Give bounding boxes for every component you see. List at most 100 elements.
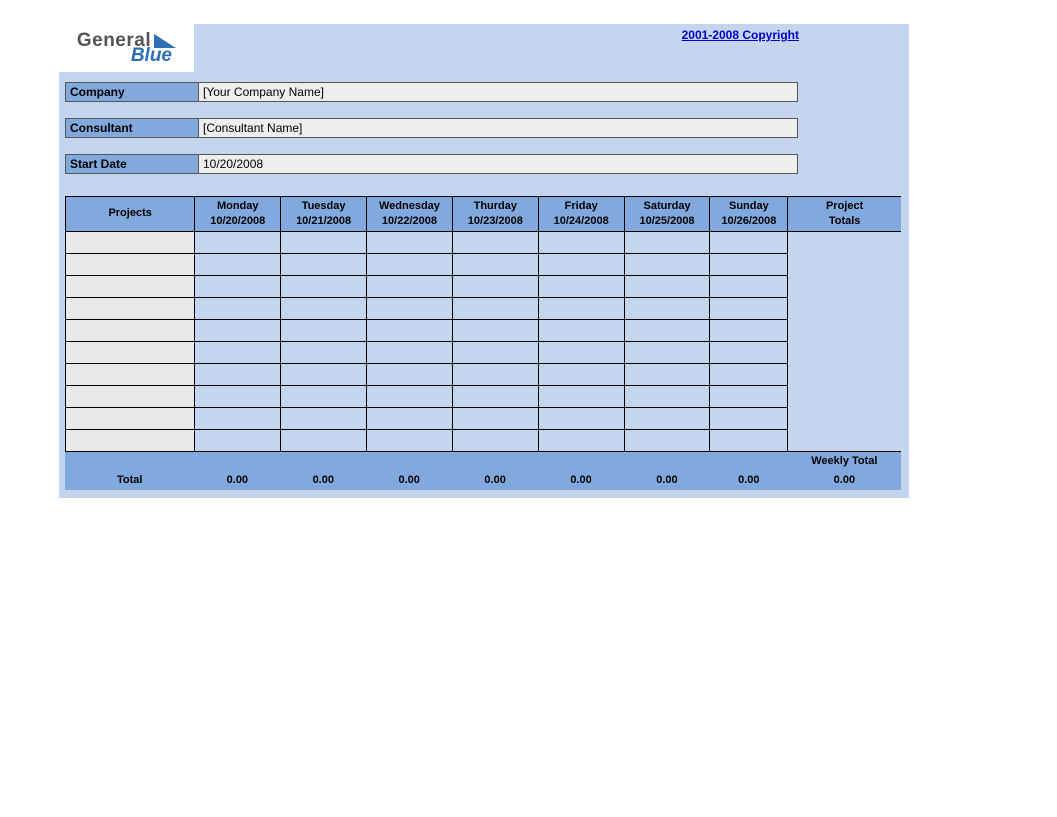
project-name-cell[interactable] <box>66 429 195 451</box>
project-name-cell[interactable] <box>66 341 195 363</box>
hours-cell[interactable] <box>195 319 281 341</box>
project-name-cell[interactable] <box>66 319 195 341</box>
hours-cell[interactable] <box>624 341 710 363</box>
copyright-link[interactable]: 2001-2008 Copyright <box>682 28 799 42</box>
hours-cell[interactable] <box>195 407 281 429</box>
hours-cell[interactable] <box>367 231 453 253</box>
project-total-cell <box>788 363 901 385</box>
logo-text-blue: Blue <box>131 46 172 65</box>
hours-cell[interactable] <box>195 385 281 407</box>
total-sat: 0.00 <box>624 471 710 490</box>
hours-cell[interactable] <box>281 319 367 341</box>
hours-cell[interactable] <box>452 297 538 319</box>
hours-cell[interactable] <box>452 275 538 297</box>
hours-cell[interactable] <box>538 319 624 341</box>
table-row <box>66 275 902 297</box>
hours-cell[interactable] <box>538 341 624 363</box>
hours-cell[interactable] <box>281 275 367 297</box>
hours-cell[interactable] <box>538 407 624 429</box>
hours-cell[interactable] <box>710 429 788 451</box>
hours-cell[interactable] <box>538 275 624 297</box>
hours-cell[interactable] <box>624 385 710 407</box>
hours-cell[interactable] <box>624 275 710 297</box>
hours-cell[interactable] <box>452 363 538 385</box>
hours-cell[interactable] <box>538 385 624 407</box>
hours-cell[interactable] <box>452 253 538 275</box>
hours-cell[interactable] <box>452 407 538 429</box>
hours-cell[interactable] <box>195 275 281 297</box>
hours-cell[interactable] <box>367 275 453 297</box>
hours-cell[interactable] <box>452 385 538 407</box>
table-row <box>66 385 902 407</box>
hours-cell[interactable] <box>452 341 538 363</box>
hours-cell[interactable] <box>195 429 281 451</box>
hours-cell[interactable] <box>367 253 453 275</box>
hours-cell[interactable] <box>624 297 710 319</box>
hours-cell[interactable] <box>452 319 538 341</box>
hours-cell[interactable] <box>195 297 281 319</box>
hours-cell[interactable] <box>538 297 624 319</box>
company-value[interactable]: [Your Company Name] <box>199 82 798 102</box>
hours-cell[interactable] <box>367 341 453 363</box>
project-totals-header: ProjectTotals <box>788 197 901 232</box>
hours-cell[interactable] <box>710 297 788 319</box>
hours-cell[interactable] <box>710 363 788 385</box>
hours-cell[interactable] <box>538 231 624 253</box>
hours-cell[interactable] <box>195 341 281 363</box>
hours-cell[interactable] <box>710 319 788 341</box>
hours-cell[interactable] <box>710 385 788 407</box>
hours-cell[interactable] <box>624 253 710 275</box>
hours-cell[interactable] <box>367 363 453 385</box>
hours-cell[interactable] <box>624 407 710 429</box>
hours-cell[interactable] <box>281 341 367 363</box>
hours-cell[interactable] <box>710 341 788 363</box>
hours-cell[interactable] <box>281 363 367 385</box>
hours-cell[interactable] <box>710 275 788 297</box>
hours-cell[interactable] <box>281 407 367 429</box>
total-wed: 0.00 <box>366 471 452 490</box>
project-name-cell[interactable] <box>66 363 195 385</box>
day-header-sat: Saturday10/25/2008 <box>624 197 710 232</box>
hours-cell[interactable] <box>367 297 453 319</box>
project-name-cell[interactable] <box>66 297 195 319</box>
consultant-value[interactable]: [Consultant Name] <box>199 118 798 138</box>
weekly-total-value: 0.00 <box>788 471 901 490</box>
hours-cell[interactable] <box>195 231 281 253</box>
project-name-cell[interactable] <box>66 275 195 297</box>
hours-cell[interactable] <box>367 429 453 451</box>
hours-cell[interactable] <box>452 231 538 253</box>
hours-cell[interactable] <box>281 231 367 253</box>
table-row <box>66 319 902 341</box>
hours-cell[interactable] <box>367 319 453 341</box>
weekly-total-label: Weekly Total <box>788 452 901 471</box>
hours-cell[interactable] <box>281 385 367 407</box>
hours-cell[interactable] <box>367 385 453 407</box>
hours-cell[interactable] <box>281 429 367 451</box>
project-name-cell[interactable] <box>66 253 195 275</box>
hours-cell[interactable] <box>624 429 710 451</box>
hours-cell[interactable] <box>624 319 710 341</box>
project-name-cell[interactable] <box>66 407 195 429</box>
project-name-cell[interactable] <box>66 231 195 253</box>
hours-cell[interactable] <box>452 429 538 451</box>
total-sun: 0.00 <box>710 471 788 490</box>
startdate-value[interactable]: 10/20/2008 <box>199 154 798 174</box>
project-name-cell[interactable] <box>66 385 195 407</box>
day-header-fri: Friday10/24/2008 <box>538 197 624 232</box>
hours-cell[interactable] <box>281 297 367 319</box>
hours-cell[interactable] <box>538 253 624 275</box>
hours-cell[interactable] <box>710 231 788 253</box>
company-label: Company <box>65 82 199 102</box>
total-tue: 0.00 <box>280 471 366 490</box>
hours-cell[interactable] <box>281 253 367 275</box>
hours-cell[interactable] <box>710 253 788 275</box>
hours-cell[interactable] <box>538 429 624 451</box>
hours-cell[interactable] <box>624 231 710 253</box>
startdate-label: Start Date <box>65 154 199 174</box>
hours-cell[interactable] <box>367 407 453 429</box>
hours-cell[interactable] <box>538 363 624 385</box>
hours-cell[interactable] <box>624 363 710 385</box>
hours-cell[interactable] <box>195 253 281 275</box>
hours-cell[interactable] <box>195 363 281 385</box>
hours-cell[interactable] <box>710 407 788 429</box>
